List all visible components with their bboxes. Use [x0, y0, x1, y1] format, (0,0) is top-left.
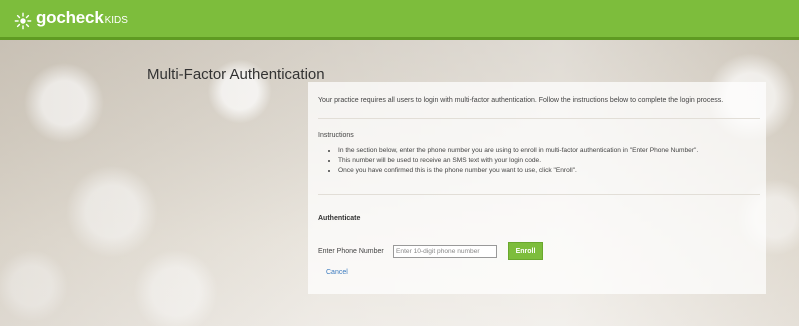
intro-text: Your practice requires all users to logi…: [318, 97, 724, 104]
instructions-heading: Instructions: [318, 132, 354, 139]
logo-subtext: KIDS: [104, 15, 128, 26]
content-panel: [308, 82, 766, 294]
list-item: Once you have confirmed this is the phon…: [338, 166, 783, 176]
list-item: This number will be used to receive an S…: [338, 156, 783, 166]
instructions-list: In the section below, enter the phone nu…: [318, 146, 783, 176]
enroll-button[interactable]: Enroll: [508, 242, 543, 260]
authenticate-heading: Authenticate: [318, 215, 361, 222]
sunburst-logo-icon: [14, 12, 32, 30]
list-item: In the section below, enter the phone nu…: [338, 146, 783, 156]
gocheck-kids-logo[interactable]: gocheck KIDS: [14, 8, 128, 34]
top-bar: gocheck KIDS: [0, 0, 799, 40]
divider: [318, 194, 760, 195]
page-title: Multi-Factor Authentication: [147, 66, 325, 83]
phone-number-label: Enter Phone Number: [318, 248, 384, 255]
cancel-link[interactable]: Cancel: [326, 269, 348, 276]
phone-number-input[interactable]: [393, 245, 497, 258]
logo-text: gocheck: [36, 8, 104, 27]
divider: [318, 118, 760, 119]
